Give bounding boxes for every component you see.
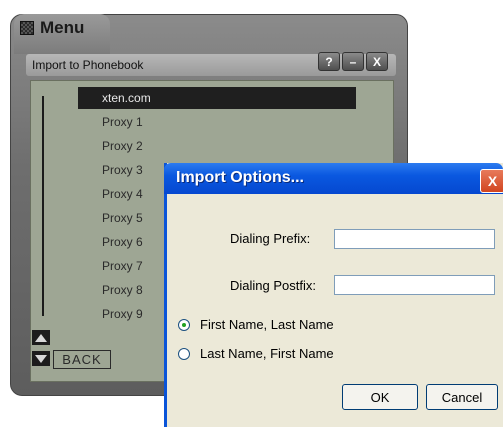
menu-title[interactable]: Menu — [20, 18, 84, 38]
postfix-label: Dialing Postfix: — [230, 278, 316, 293]
radio-last-first[interactable] — [178, 348, 190, 360]
scroll-down-button[interactable] — [32, 351, 50, 366]
close-window-button[interactable]: X — [366, 52, 388, 71]
scroll-up-button[interactable] — [32, 330, 50, 345]
list-item[interactable]: Proxy 1 — [78, 111, 356, 133]
prefix-label: Dialing Prefix: — [230, 231, 311, 246]
back-button[interactable]: BACK — [53, 350, 111, 369]
ok-button[interactable]: OK — [342, 384, 418, 410]
radio-last-first-label[interactable]: Last Name, First Name — [200, 346, 334, 361]
scroll-track — [42, 96, 44, 316]
dialog-close-button[interactable]: X — [480, 169, 503, 193]
radio-first-last[interactable] — [178, 319, 190, 331]
list-item[interactable]: Proxy 2 — [78, 135, 356, 157]
list-item[interactable]: xten.com — [78, 87, 356, 109]
menu-grid-icon — [20, 21, 34, 35]
cancel-button[interactable]: Cancel — [426, 384, 498, 410]
help-button[interactable]: ? — [318, 52, 340, 71]
dialog-title: Import Options... — [176, 169, 304, 186]
radio-first-last-label[interactable]: First Name, Last Name — [200, 317, 334, 332]
minimize-button[interactable]: – — [342, 52, 364, 71]
arrow-down-icon — [35, 354, 47, 363]
postfix-input[interactable] — [334, 275, 495, 295]
prefix-input[interactable] — [334, 229, 495, 249]
menu-label: Menu — [40, 18, 85, 37]
arrow-up-icon — [35, 333, 47, 342]
window-title: Import to Phonebook — [32, 58, 144, 72]
